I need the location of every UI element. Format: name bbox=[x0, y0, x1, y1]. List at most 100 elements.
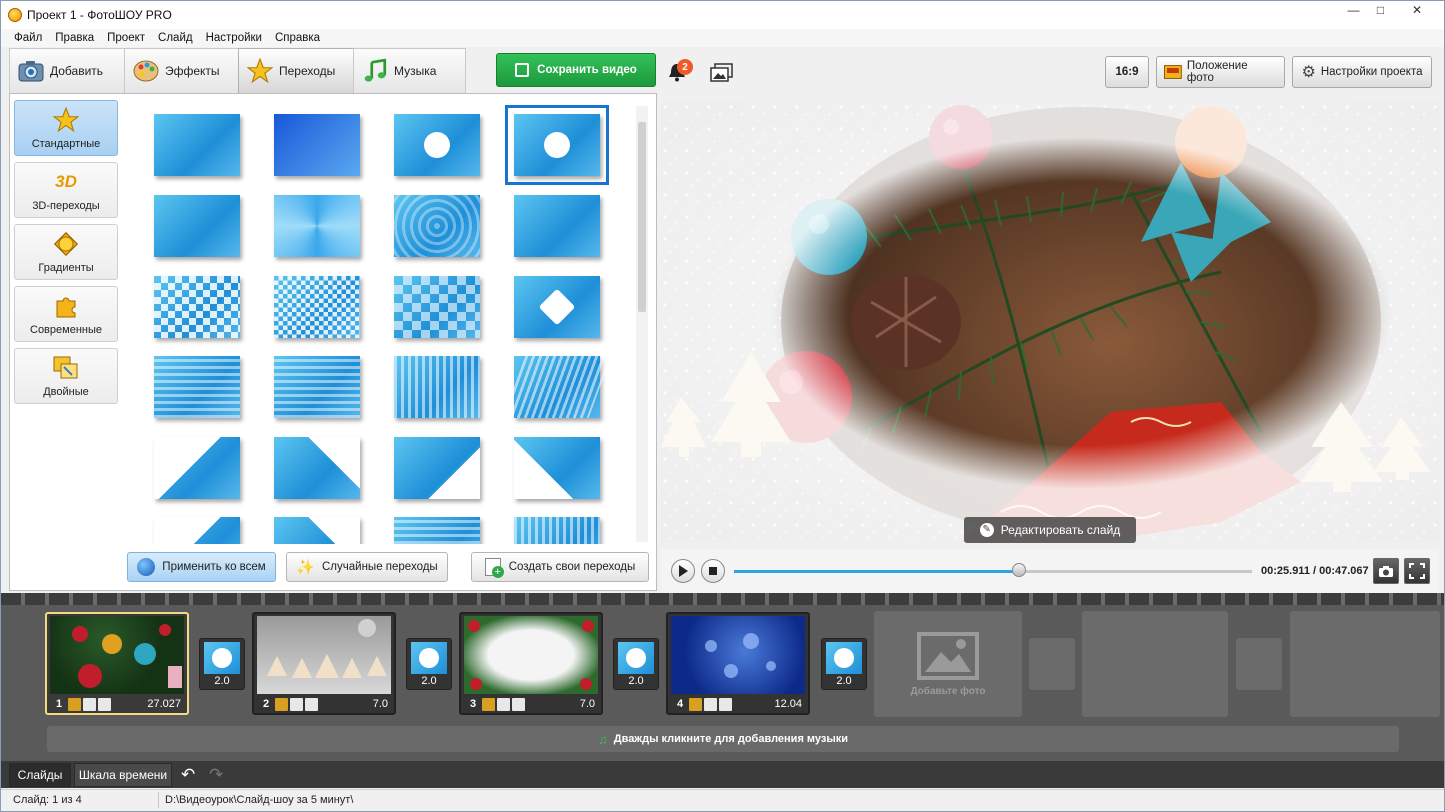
transition-card[interactable]: 2.0 bbox=[406, 638, 452, 690]
photo-position-button[interactable]: Положение фото bbox=[1156, 56, 1285, 88]
transition-card[interactable]: 2.0 bbox=[613, 638, 659, 690]
category-standard[interactable]: Стандартные bbox=[14, 100, 118, 156]
gallery-icon[interactable] bbox=[710, 63, 734, 83]
status-bar: Слайд: 1 из 4 D:\Видеоурок\Слайд-шоу за … bbox=[1, 789, 1444, 811]
zoom-icon[interactable] bbox=[704, 697, 717, 711]
photo-position-label: Положение фото bbox=[1186, 60, 1248, 84]
apply-to-all-button[interactable]: Применить ко всем bbox=[127, 552, 276, 582]
maximize-button[interactable]: □ bbox=[1367, 1, 1394, 19]
edit-icon[interactable] bbox=[689, 697, 702, 711]
tab-slides[interactable]: Слайды bbox=[9, 763, 71, 787]
transition-card[interactable]: 2.0 bbox=[199, 638, 245, 690]
transition-duration: 2.0 bbox=[836, 675, 852, 687]
transition-thumb[interactable] bbox=[274, 356, 360, 418]
menu-file[interactable]: Файл bbox=[14, 32, 42, 44]
sound-icon[interactable] bbox=[305, 697, 318, 711]
menu-edit[interactable]: Правка bbox=[55, 32, 94, 44]
tab-effects[interactable]: Эффекты bbox=[124, 48, 239, 93]
category-double[interactable]: Двойные bbox=[14, 348, 118, 404]
transition-thumb[interactable] bbox=[274, 195, 360, 257]
preview-image bbox=[661, 102, 1439, 542]
tab-transitions[interactable]: Переходы bbox=[238, 48, 354, 93]
category-3d[interactable]: 3D 3D-переходы bbox=[14, 162, 118, 218]
transition-thumb[interactable] bbox=[394, 437, 480, 499]
camera-icon bbox=[18, 58, 44, 84]
menu-settings[interactable]: Настройки bbox=[206, 32, 262, 44]
music-track[interactable]: ♫ Дважды кликните для добавления музыки bbox=[47, 726, 1399, 752]
add-photo-placeholder[interactable]: Добавьте фото bbox=[874, 611, 1022, 717]
transition-thumb-selected[interactable] bbox=[505, 105, 609, 185]
transition-thumb[interactable] bbox=[394, 114, 480, 176]
menu-help[interactable]: Справка bbox=[275, 32, 320, 44]
tab-music[interactable]: Музыка bbox=[353, 48, 466, 93]
edit-slide-button[interactable]: ✎ Редактировать слайд bbox=[964, 517, 1136, 543]
save-video-button[interactable]: Сохранить видео bbox=[496, 53, 656, 87]
grid-scrollbar[interactable] bbox=[636, 106, 648, 542]
zoom-icon[interactable] bbox=[290, 697, 303, 711]
create-transitions-label: Создать свои переходы bbox=[508, 561, 636, 573]
undo-icon[interactable]: ↶ bbox=[181, 765, 195, 785]
slide-card[interactable]: 4 12.04 bbox=[666, 612, 810, 715]
edit-icon[interactable] bbox=[275, 697, 288, 711]
create-transitions-button[interactable]: + Создать свои переходы bbox=[471, 552, 649, 582]
tab-add[interactable]: Добавить bbox=[9, 48, 125, 93]
random-transitions-button[interactable]: ✨ Случайные переходы bbox=[286, 552, 448, 582]
tab-timeline[interactable]: Шкала времени bbox=[74, 763, 172, 787]
slide-thumbnail bbox=[464, 616, 598, 694]
transition-thumb[interactable] bbox=[514, 437, 600, 499]
transition-thumb[interactable] bbox=[394, 356, 480, 418]
aspect-ratio-button[interactable]: 16:9 bbox=[1105, 56, 1149, 88]
magic-wand-icon: ✨ bbox=[296, 559, 315, 576]
snapshot-button[interactable] bbox=[1373, 558, 1399, 584]
transition-thumb[interactable] bbox=[154, 195, 240, 257]
redo-icon[interactable]: ↷ bbox=[209, 765, 223, 785]
transition-thumb[interactable] bbox=[502, 356, 612, 418]
transition-thumb[interactable] bbox=[154, 437, 240, 499]
close-button[interactable]: ✕ bbox=[1394, 1, 1440, 19]
transition-thumb[interactable] bbox=[274, 437, 360, 499]
transition-card[interactable]: 2.0 bbox=[821, 638, 867, 690]
transition-thumb[interactable] bbox=[274, 114, 360, 176]
sound-icon[interactable] bbox=[719, 697, 732, 711]
transition-thumb[interactable] bbox=[274, 517, 360, 544]
transition-duration: 2.0 bbox=[421, 675, 437, 687]
transition-thumb[interactable] bbox=[274, 276, 360, 338]
edit-slide-label: Редактировать слайд bbox=[1000, 523, 1121, 537]
project-settings-button[interactable]: ⚙ Настройки проекта bbox=[1292, 56, 1432, 88]
zoom-icon[interactable] bbox=[83, 697, 96, 711]
sound-icon[interactable] bbox=[98, 697, 111, 711]
apply-to-all-label: Применить ко всем bbox=[162, 561, 266, 573]
play-button[interactable] bbox=[671, 559, 695, 583]
stop-button[interactable] bbox=[701, 559, 725, 583]
transition-thumb[interactable] bbox=[514, 276, 600, 338]
category-modern[interactable]: Современные bbox=[14, 286, 118, 342]
app-icon bbox=[8, 8, 22, 22]
zoom-icon[interactable] bbox=[497, 697, 510, 711]
fullscreen-button[interactable] bbox=[1404, 558, 1430, 584]
edit-icon[interactable] bbox=[482, 697, 495, 711]
slide-preview[interactable] bbox=[661, 102, 1439, 542]
minimize-button[interactable]: — bbox=[1340, 1, 1367, 19]
transition-thumb[interactable] bbox=[154, 276, 240, 338]
transition-thumb[interactable] bbox=[394, 276, 480, 338]
slide-card[interactable]: 2 7.0 bbox=[252, 612, 396, 715]
slide-card[interactable]: 1 27.027 bbox=[45, 612, 189, 715]
transition-thumb[interactable] bbox=[154, 114, 240, 176]
transition-thumb[interactable] bbox=[154, 356, 240, 418]
sound-icon[interactable] bbox=[512, 697, 525, 711]
transition-thumb[interactable] bbox=[514, 195, 600, 257]
menu-slide[interactable]: Слайд bbox=[158, 32, 193, 44]
title-bar: Проект 1 - ФотоШОУ PRO — □ ✕ bbox=[1, 1, 1444, 29]
seek-handle[interactable] bbox=[1011, 563, 1026, 577]
transition-thumb[interactable] bbox=[514, 517, 600, 544]
transition-thumb[interactable] bbox=[394, 195, 480, 257]
transition-thumb[interactable] bbox=[154, 517, 240, 544]
menu-project[interactable]: Проект bbox=[107, 32, 145, 44]
slide-card[interactable]: 3 7.0 bbox=[459, 612, 603, 715]
fullscreen-icon bbox=[1409, 563, 1425, 579]
seek-bar[interactable] bbox=[734, 570, 1252, 573]
slide-toolbar: 2 7.0 bbox=[257, 696, 391, 712]
edit-icon[interactable] bbox=[68, 697, 81, 711]
category-gradients[interactable]: Градиенты bbox=[14, 224, 118, 280]
transition-thumb[interactable] bbox=[394, 517, 480, 544]
